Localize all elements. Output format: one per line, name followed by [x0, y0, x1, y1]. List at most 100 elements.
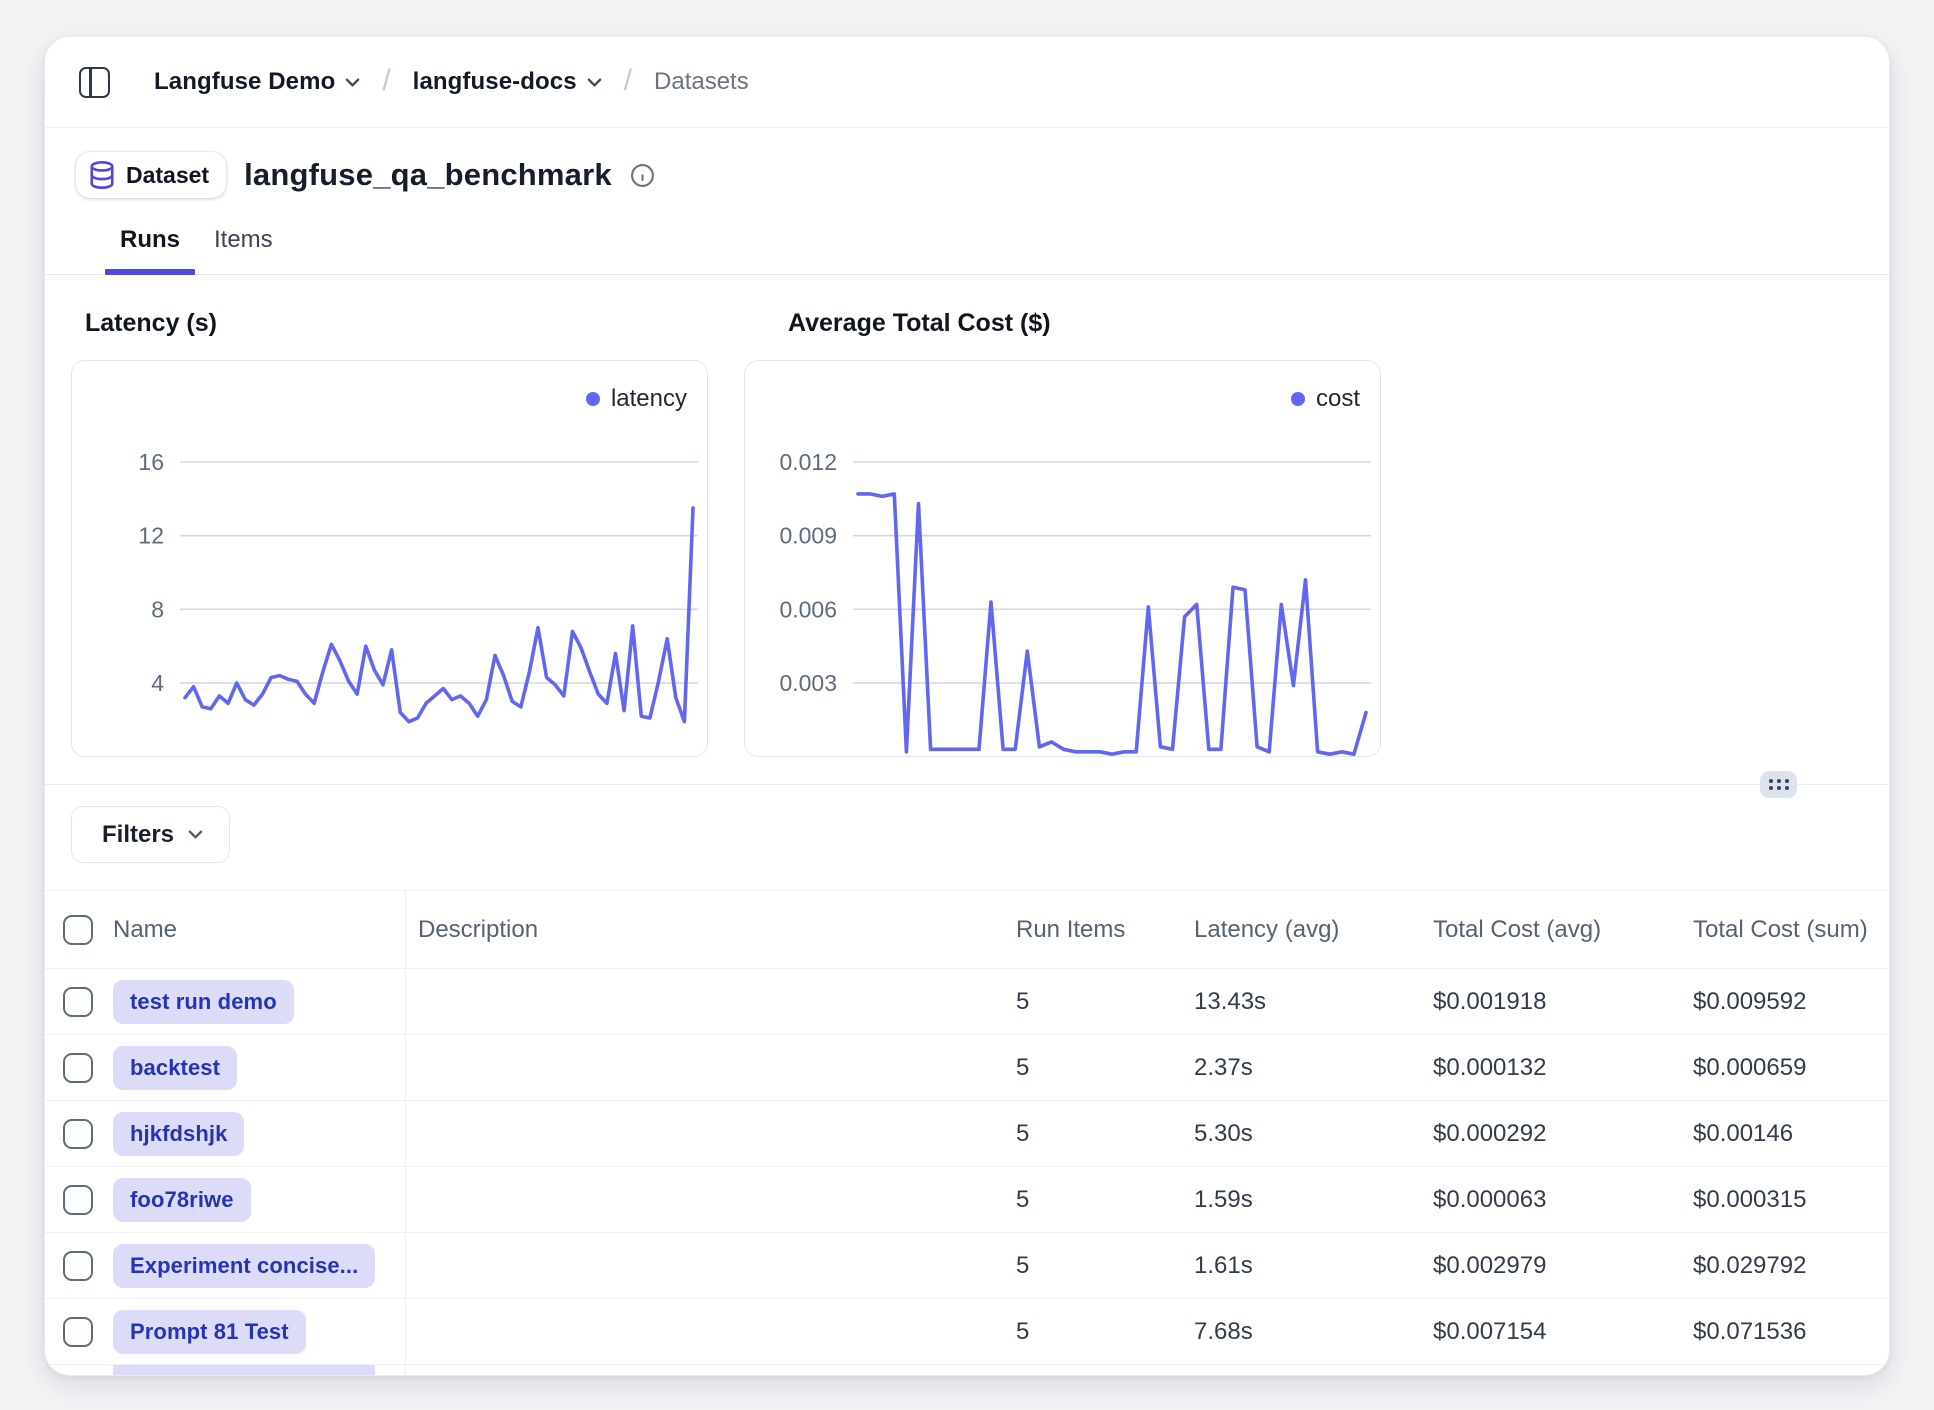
dataset-badge: Dataset: [76, 152, 226, 198]
cost-chart-block: Average Total Cost ($) 0.0030.0060.0090.…: [744, 309, 1381, 757]
page-title: langfuse_qa_benchmark: [244, 157, 612, 193]
total-cost-avg-cell: $0.007154: [1431, 1318, 1691, 1346]
dataset-header: Dataset langfuse_qa_benchmark: [76, 149, 1849, 201]
column-header-name[interactable]: Name: [105, 891, 405, 968]
row-checkbox-cell: [45, 1251, 105, 1281]
select-all-checkbox[interactable]: [63, 915, 93, 945]
svg-text:0.006: 0.006: [779, 596, 837, 622]
run-description-cell: [405, 1101, 1014, 1166]
info-circle-icon[interactable]: [630, 163, 655, 188]
run-items-cell: 5: [1014, 1120, 1192, 1148]
latency-line-chart: 481216: [72, 361, 709, 757]
tab-items[interactable]: Items: [199, 226, 288, 274]
column-header-run-items[interactable]: Run Items: [1014, 916, 1192, 944]
environment-name: langfuse-docs: [413, 68, 577, 96]
latency-chart-title: Latency (s): [85, 309, 708, 338]
filters-button[interactable]: Filters: [71, 806, 230, 863]
row-checkbox[interactable]: [63, 1251, 93, 1281]
total-cost-sum-cell: $0.071536: [1691, 1318, 1889, 1346]
tab-runs[interactable]: Runs: [105, 226, 195, 274]
run-items-cell: 5: [1014, 1054, 1192, 1082]
column-header-latency-avg[interactable]: Latency (avg): [1192, 916, 1431, 944]
latency-avg-cell: 7.68s: [1192, 1318, 1431, 1346]
run-name-cell: backtest: [105, 1035, 405, 1100]
run-name-pill[interactable]: backtest: [113, 1046, 237, 1090]
svg-text:16: 16: [138, 449, 164, 475]
row-checkbox[interactable]: [63, 987, 93, 1017]
table-row[interactable]: hjkfdshjk55.30s$0.000292$0.00146: [45, 1101, 1889, 1167]
latency-avg-cell: 13.43s: [1192, 988, 1431, 1016]
main-card: Langfuse Demo / langfuse-docs / Datasets…: [44, 36, 1890, 1376]
table-row[interactable]: test run demo513.43s$0.001918$0.009592: [45, 969, 1889, 1035]
row-checkbox[interactable]: [63, 1119, 93, 1149]
column-header-total-cost-avg[interactable]: Total Cost (avg): [1431, 916, 1691, 944]
svg-text:8: 8: [151, 596, 164, 622]
total-cost-sum-cell: $0.00146: [1691, 1120, 1889, 1148]
svg-text:0.003: 0.003: [779, 670, 837, 696]
column-header-description[interactable]: Description: [405, 891, 1014, 968]
run-description-cell: [405, 1299, 1014, 1364]
run-name-pill[interactable]: Prompt 81 Test: [113, 1310, 306, 1354]
latency-avg-cell: 1.61s: [1192, 1252, 1431, 1280]
resize-handle[interactable]: [1760, 771, 1797, 798]
row-checkbox-cell: [45, 1119, 105, 1149]
run-name-pill[interactable]: test run demo: [113, 980, 294, 1024]
cost-chart: 0.0030.0060.0090.012 cost: [744, 360, 1381, 757]
total-cost-avg-cell: $0.002979: [1431, 1252, 1691, 1280]
run-description-cell: [405, 1167, 1014, 1232]
cost-line-chart: 0.0030.0060.0090.012: [745, 361, 1382, 757]
legend-dot-icon: [586, 392, 600, 406]
table-row[interactable]: backtest52.37s$0.000132$0.000659: [45, 1035, 1889, 1101]
chevron-down-icon: [345, 75, 360, 90]
dataset-badge-label: Dataset: [126, 162, 209, 189]
column-header-total-cost-sum[interactable]: Total Cost (sum): [1691, 916, 1889, 944]
latency-chart-block: Latency (s) 481216 latency: [71, 309, 708, 757]
total-cost-avg-cell: $0.000292: [1431, 1120, 1691, 1148]
run-name-pill[interactable]: Experiment concise...: [113, 1244, 375, 1288]
total-cost-sum-cell: $0.009592: [1691, 988, 1889, 1016]
charts-section: Latency (s) 481216 latency Average Total…: [45, 275, 1889, 757]
run-items-cell: 5: [1014, 1318, 1192, 1346]
project-name: Langfuse Demo: [154, 68, 335, 96]
table-row[interactable]: Experiment concise... 51.61s$0.002979$0.0…: [45, 1233, 1889, 1299]
total-cost-avg-cell: $0.000063: [1431, 1186, 1691, 1214]
page: Langfuse Demo / langfuse-docs / Datasets…: [0, 0, 1934, 1410]
breadcrumb-page[interactable]: Datasets: [654, 68, 749, 96]
run-name-pill[interactable]: [113, 1365, 375, 1376]
total-cost-avg-cell: $0.001918: [1431, 988, 1691, 1016]
cost-legend[interactable]: cost: [1291, 385, 1360, 413]
run-name-cell: test run demo: [105, 969, 405, 1034]
breadcrumb-separator: /: [620, 64, 636, 98]
row-checkbox-cell: [45, 1317, 105, 1347]
breadcrumb-project[interactable]: Langfuse Demo: [154, 68, 360, 96]
legend-label: latency: [611, 385, 687, 413]
latency-chart: 481216 latency: [71, 360, 708, 757]
svg-text:4: 4: [151, 670, 164, 696]
row-checkbox[interactable]: [63, 1053, 93, 1083]
table-row-partial: [45, 1365, 1889, 1376]
row-checkbox-cell: [45, 987, 105, 1017]
section-divider: [45, 784, 1889, 785]
table-body: test run demo513.43s$0.001918$0.009592ba…: [45, 969, 1889, 1365]
filters-row: Filters: [71, 806, 1889, 863]
tab-bar: Runs Items: [45, 226, 1889, 275]
sidebar-toggle-icon[interactable]: [79, 67, 110, 98]
latency-avg-cell: 2.37s: [1192, 1054, 1431, 1082]
latency-legend[interactable]: latency: [586, 385, 687, 413]
latency-avg-cell: 1.59s: [1192, 1186, 1431, 1214]
svg-text:0.012: 0.012: [779, 449, 837, 475]
run-description-cell: [405, 969, 1014, 1034]
run-name-cell: hjkfdshjk: [105, 1101, 405, 1166]
table-row[interactable]: foo78riwe51.59s$0.000063$0.000315: [45, 1167, 1889, 1233]
table-row[interactable]: Prompt 81 Test 57.68s$0.007154$0.071536: [45, 1299, 1889, 1365]
total-cost-sum-cell: $0.029792: [1691, 1252, 1889, 1280]
run-name-pill[interactable]: hjkfdshjk: [113, 1112, 244, 1156]
row-checkbox[interactable]: [63, 1317, 93, 1347]
run-name-pill[interactable]: foo78riwe: [113, 1178, 251, 1222]
run-items-cell: 5: [1014, 1252, 1192, 1280]
runs-table: Name Description Run Items Latency (avg)…: [45, 890, 1889, 1376]
total-cost-sum-cell: $0.000659: [1691, 1054, 1889, 1082]
breadcrumb-environment[interactable]: langfuse-docs: [413, 68, 602, 96]
row-checkbox[interactable]: [63, 1185, 93, 1215]
run-description-cell: [405, 1233, 1014, 1298]
